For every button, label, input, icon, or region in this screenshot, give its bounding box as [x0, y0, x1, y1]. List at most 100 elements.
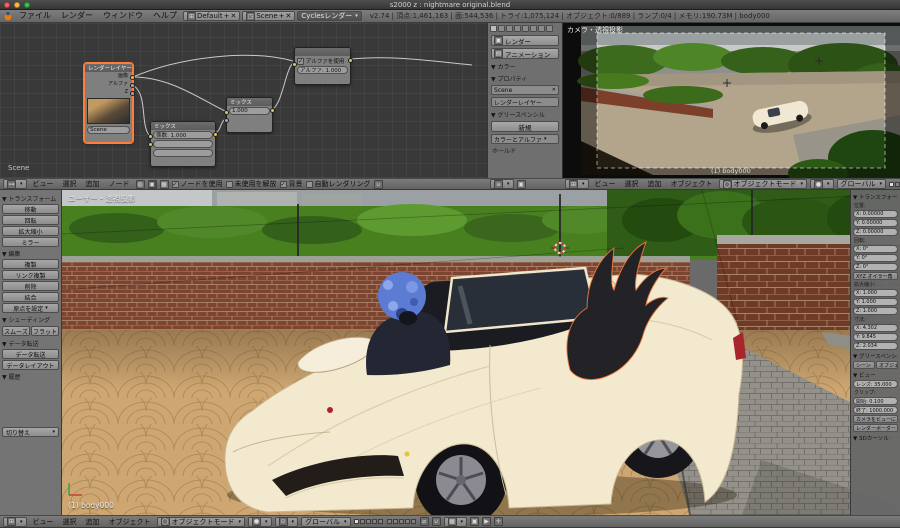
- vp-orientation-dropdown[interactable]: グローバル ▾: [301, 516, 351, 527]
- dimensions-x-field[interactable]: X: 4.302: [853, 324, 898, 332]
- location-x-field[interactable]: X: 0.00000: [853, 210, 898, 218]
- viewport-scene[interactable]: [61, 190, 900, 515]
- np-section-view[interactable]: ▼ ビュー: [853, 371, 898, 379]
- cam-menu-view[interactable]: ビュー: [592, 179, 619, 189]
- scale-z-field[interactable]: Z: 1.000: [853, 307, 898, 315]
- snap-element-dropdown[interactable]: ▦ ▾: [443, 516, 468, 527]
- cam-shading-dropdown[interactable]: ● ▾: [810, 179, 834, 189]
- props-scene-selector[interactable]: Scene ✕: [491, 85, 559, 95]
- vp-menu-add[interactable]: 追加: [83, 517, 103, 527]
- set-origin-dropdown[interactable]: 原点を設定 ▾: [2, 303, 59, 313]
- scale-x-field[interactable]: X: 1.000: [853, 289, 898, 297]
- dimensions-y-field[interactable]: Y: 9.845: [853, 333, 898, 341]
- snap-node-icon[interactable]: ∪: [373, 179, 383, 189]
- vp-shading-dropdown[interactable]: ● ▾: [248, 516, 272, 527]
- vp-pivot-dropdown[interactable]: ⊙ ▾: [274, 516, 299, 527]
- section-properties[interactable]: ▼ プロパティ: [491, 74, 559, 83]
- vp-menu-select[interactable]: 選択: [60, 517, 80, 527]
- socket-image[interactable]: [130, 75, 135, 80]
- section-history[interactable]: ▼ 履歴: [2, 372, 59, 381]
- repeat-last-dropdown[interactable]: 切り替え ▾: [2, 427, 59, 437]
- mix1-color-field-1[interactable]: [153, 140, 213, 148]
- grease-new-button[interactable]: 新規: [491, 121, 559, 132]
- mix2-in-socket-2[interactable]: [224, 118, 229, 123]
- menu-render[interactable]: レンダー: [57, 10, 97, 22]
- socket-z[interactable]: [130, 91, 135, 96]
- alpha-value-field[interactable]: アルファ: 1.000: [297, 66, 348, 74]
- rotation-y-field[interactable]: Y: 0°: [853, 254, 898, 262]
- mix1-in-socket-2[interactable]: [148, 142, 153, 147]
- backdrop-channels-selector[interactable]: カラーとアルファ ▾: [491, 134, 559, 144]
- mix1-color-field-2[interactable]: [153, 149, 213, 157]
- mix1-fac-field[interactable]: 係数: 1.000: [153, 131, 213, 139]
- np-section-transform[interactable]: ▼ トランスフォーム: [853, 193, 898, 201]
- clip-start-field[interactable]: 開始: 0.100: [853, 397, 898, 405]
- scale-button[interactable]: 拡大縮小: [2, 226, 59, 236]
- menu-window[interactable]: ウィンドウ: [99, 10, 147, 22]
- scene-add-icon[interactable]: +: [279, 12, 285, 20]
- tab-world-icon[interactable]: [514, 25, 521, 32]
- alpha-out-socket[interactable]: [348, 58, 353, 63]
- tab-object-icon[interactable]: [522, 25, 529, 32]
- shader-nodes-icon[interactable]: ◍: [135, 179, 145, 189]
- rotation-mode-dropdown[interactable]: XYZ オイラー角: [853, 272, 898, 280]
- opengl-render-anim-icon[interactable]: ▶: [482, 517, 492, 526]
- translate-button[interactable]: 移動: [2, 204, 59, 214]
- render-border-toggle[interactable]: レンダーボーダー: [853, 424, 898, 432]
- opengl-render-icon[interactable]: ▣: [470, 517, 480, 526]
- scale-y-field[interactable]: Y: 1.000: [853, 298, 898, 306]
- render-button[interactable]: ▣ レンダー: [491, 35, 559, 46]
- layout-close-icon[interactable]: ✕: [230, 12, 236, 20]
- duplicate-linked-button[interactable]: リンク複製: [2, 270, 59, 280]
- editor-type-3dview-button[interactable]: ⊞ ▾: [3, 516, 27, 527]
- scene-selector[interactable]: ◳ Scene + ✕: [242, 11, 296, 21]
- vp-mode-dropdown[interactable]: ◯ オブジェクトモード ▾: [156, 516, 246, 527]
- use-alpha-checkbox[interactable]: ✓: [297, 57, 304, 65]
- backdrop-toggle[interactable]: ✓ 背景: [279, 179, 303, 189]
- socket-alpha[interactable]: [130, 83, 135, 88]
- scene-unlink-icon[interactable]: ✕: [552, 87, 556, 93]
- delete-button[interactable]: 削除: [2, 281, 59, 291]
- vp-menu-view[interactable]: ビュー: [30, 517, 57, 527]
- section-data-transfer[interactable]: ▼ データ転送: [2, 339, 59, 348]
- editor-type-camera-button[interactable]: ⊞ ▾: [565, 179, 589, 189]
- node-menu-view[interactable]: ビュー: [30, 179, 57, 189]
- node-mix-2[interactable]: ミックス 1.000: [224, 97, 275, 133]
- location-z-field[interactable]: Z: 0.00000: [853, 228, 898, 236]
- render-engine-selector[interactable]: Cyclesレンダー ▾: [297, 11, 362, 21]
- cam-menu-select[interactable]: 選択: [622, 179, 642, 189]
- editor-type-node-button[interactable]: ⊶ ▾: [3, 179, 27, 189]
- mix2-out-socket[interactable]: [270, 108, 275, 113]
- tab-render-icon[interactable]: [490, 25, 497, 32]
- clip-end-field[interactable]: 終了: 1000.000: [853, 406, 898, 414]
- tab-constraints-icon[interactable]: [530, 25, 537, 32]
- use-nodes-toggle[interactable]: ✓ ノードを使用: [171, 179, 223, 189]
- node-mix-1[interactable]: ミックス 係数: 1.000: [148, 121, 218, 167]
- minimize-button[interactable]: [14, 1, 20, 8]
- texture-nodes-icon[interactable]: ▦: [159, 179, 169, 189]
- props-render-layer-selector[interactable]: レンダーレイヤー: [491, 97, 559, 107]
- grease-object-button[interactable]: オブジェクト: [876, 361, 898, 369]
- node-menu-select[interactable]: 選択: [60, 179, 80, 189]
- cam-menu-object[interactable]: オブジェクト: [668, 179, 716, 189]
- mirror-button[interactable]: ミラー: [2, 237, 59, 247]
- lock-camera-toggle[interactable]: カメラをビューに: [853, 415, 898, 423]
- screen-layout-selector[interactable]: ⊞ Default + ✕: [183, 11, 241, 21]
- rotation-z-field[interactable]: Z: 0°: [853, 263, 898, 271]
- animation-button[interactable]: ▤ アニメーション: [491, 48, 559, 59]
- node-scene-field[interactable]: Scene: [87, 126, 130, 134]
- shade-smooth-button[interactable]: スムーズ: [2, 326, 30, 336]
- editor-type-properties-button[interactable]: ≡ ▾: [490, 179, 514, 189]
- location-y-field[interactable]: Y: 0.00000: [853, 219, 898, 227]
- data-transfer-button[interactable]: データ転送: [2, 349, 59, 359]
- section-color[interactable]: ▼ カラー: [491, 62, 559, 71]
- mix1-in-socket-1[interactable]: [148, 134, 153, 139]
- menu-file[interactable]: ファイル: [15, 10, 55, 22]
- rotation-x-field[interactable]: X: 0°: [853, 245, 898, 253]
- scene-close-icon[interactable]: ✕: [286, 12, 292, 20]
- cam-menu-add[interactable]: 追加: [645, 179, 665, 189]
- lens-field[interactable]: レンズ: 35.000: [853, 380, 898, 388]
- cam-mode-dropdown[interactable]: ◯ オブジェクトモード ▾: [718, 179, 808, 189]
- node-menu-node[interactable]: ノード: [106, 179, 133, 189]
- section-transform[interactable]: ▼ トランスフォーム: [2, 194, 59, 203]
